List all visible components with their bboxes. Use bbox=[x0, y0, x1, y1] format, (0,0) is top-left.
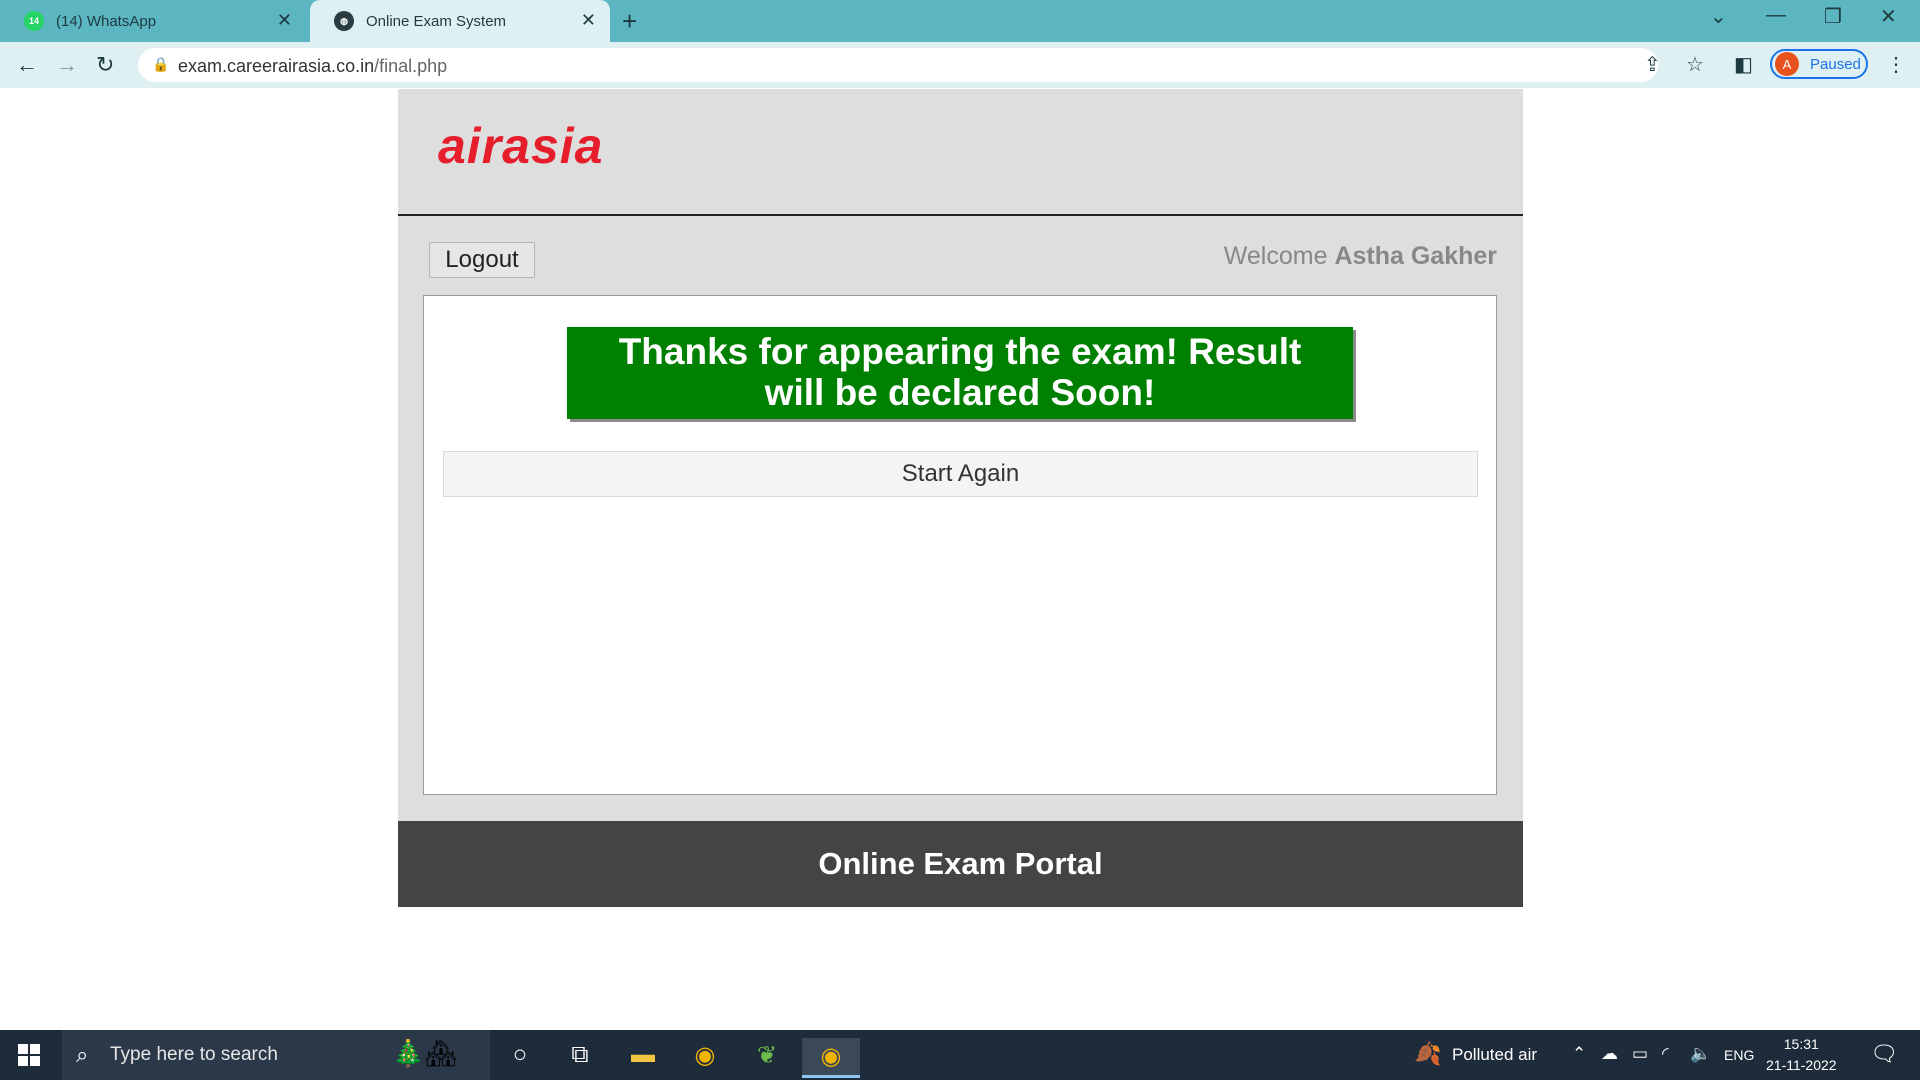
close-icon[interactable]: ✕ bbox=[277, 10, 292, 31]
bookmark-star-icon[interactable]: ☆ bbox=[1686, 52, 1704, 77]
minimize-icon[interactable]: — bbox=[1766, 4, 1786, 27]
airasia-logo: airasia bbox=[438, 118, 604, 174]
volume-icon[interactable]: 🔈 bbox=[1690, 1044, 1711, 1064]
show-hidden-icons-icon[interactable]: ⌃ bbox=[1572, 1044, 1586, 1064]
search-highlight-icon: 🎄🏘 bbox=[392, 1038, 458, 1068]
share-icon[interactable]: ⇪ bbox=[1644, 52, 1661, 77]
lock-icon[interactable]: 🔒 bbox=[152, 56, 169, 73]
thank-you-banner: Thanks for appearing the exam! Result wi… bbox=[567, 327, 1353, 419]
url-text: exam.careerairasia.co.in/final.php bbox=[178, 56, 447, 77]
new-tab-icon[interactable]: + bbox=[622, 6, 637, 37]
close-icon[interactable]: ✕ bbox=[581, 10, 596, 31]
banner-line-1: Thanks for appearing the exam! Result bbox=[618, 331, 1302, 372]
weather-text[interactable]: Polluted air bbox=[1452, 1045, 1537, 1065]
search-icon: ⌕ bbox=[76, 1042, 89, 1067]
browser-toolbar: ← → ↻ 🔒 exam.careerairasia.co.in/final.p… bbox=[0, 42, 1920, 88]
url-path: /final.php bbox=[374, 56, 448, 76]
page-footer: Online Exam Portal bbox=[398, 821, 1523, 907]
page-header: airasia bbox=[398, 89, 1523, 216]
battery-icon[interactable]: ▭ bbox=[1632, 1044, 1648, 1064]
tab-search-icon[interactable]: ⌄ bbox=[1710, 4, 1727, 29]
notifications-icon[interactable]: 🗨 bbox=[1870, 1041, 1898, 1067]
reload-icon[interactable]: ↻ bbox=[96, 52, 114, 78]
back-icon[interactable]: ← bbox=[16, 52, 38, 78]
window-close-icon[interactable]: ✕ bbox=[1880, 4, 1897, 29]
windows-start-icon[interactable] bbox=[18, 1044, 40, 1066]
task-view-icon[interactable]: ⧉ bbox=[563, 1040, 597, 1070]
profile-status: Paused bbox=[1810, 55, 1861, 73]
logout-button[interactable]: Logout bbox=[429, 242, 535, 278]
spring-tool-icon[interactable]: ❦ bbox=[750, 1040, 784, 1070]
whatsapp-icon: 14 bbox=[24, 11, 44, 31]
address-bar[interactable]: 🔒 exam.careerairasia.co.in/final.php bbox=[138, 48, 1658, 82]
welcome-text: Welcome Astha Gakher bbox=[1224, 242, 1497, 271]
taskbar: ⌕ Type here to search 🎄🏘 ○ ⧉ ▬ ◉ ❦ ◉ 🍂 P… bbox=[0, 1030, 1920, 1080]
menu-icon[interactable]: ⋮ bbox=[1886, 52, 1906, 77]
side-panel-icon[interactable]: ◧ bbox=[1734, 52, 1753, 77]
user-name: Astha Gakher bbox=[1334, 242, 1497, 270]
tab-title: Online Exam System bbox=[366, 12, 507, 30]
welcome-prefix: Welcome bbox=[1223, 242, 1328, 270]
onedrive-icon[interactable]: ☁ bbox=[1601, 1044, 1618, 1064]
tab-title: (14) WhatsApp bbox=[56, 12, 157, 30]
weather-icon[interactable]: 🍂 bbox=[1414, 1041, 1441, 1067]
avatar: A bbox=[1775, 52, 1799, 76]
restore-icon[interactable]: ❐ bbox=[1824, 4, 1842, 29]
result-panel: Thanks for appearing the exam! Result wi… bbox=[423, 295, 1497, 795]
forward-icon[interactable]: → bbox=[56, 52, 78, 78]
clock-date: 21-11-2022 bbox=[1766, 1057, 1837, 1073]
profile-button[interactable]: A Paused bbox=[1770, 49, 1868, 79]
clock[interactable]: 15:31 21-11-2022 bbox=[1766, 1034, 1837, 1076]
chrome-profile-icon[interactable]: ◉ bbox=[802, 1038, 860, 1078]
start-again-button[interactable]: Start Again bbox=[443, 451, 1478, 497]
search-placeholder: Type here to search bbox=[110, 1044, 278, 1065]
language-indicator[interactable]: ENG bbox=[1724, 1047, 1754, 1063]
page-container: airasia Logout Welcome Astha Gakher Than… bbox=[398, 89, 1523, 907]
taskbar-search[interactable]: ⌕ Type here to search 🎄🏘 bbox=[62, 1030, 490, 1080]
clock-time: 15:31 bbox=[1783, 1036, 1819, 1052]
tab-online-exam-system[interactable]: ◍ Online Exam System ✕ bbox=[310, 0, 610, 42]
file-explorer-icon[interactable]: ▬ bbox=[626, 1040, 660, 1070]
chrome-icon[interactable]: ◉ bbox=[688, 1040, 722, 1070]
url-host: exam.careerairasia.co.in bbox=[178, 56, 375, 76]
tab-whatsapp[interactable]: 14 (14) WhatsApp ✕ bbox=[0, 0, 306, 42]
browser-tab-bar: 14 (14) WhatsApp ✕ ◍ Online Exam System … bbox=[0, 0, 1920, 42]
banner-line-2: will be declared Soon! bbox=[764, 372, 1156, 413]
wifi-icon[interactable]: ◜ bbox=[1662, 1044, 1669, 1064]
cortana-icon[interactable]: ○ bbox=[503, 1040, 537, 1070]
globe-icon: ◍ bbox=[334, 11, 354, 31]
